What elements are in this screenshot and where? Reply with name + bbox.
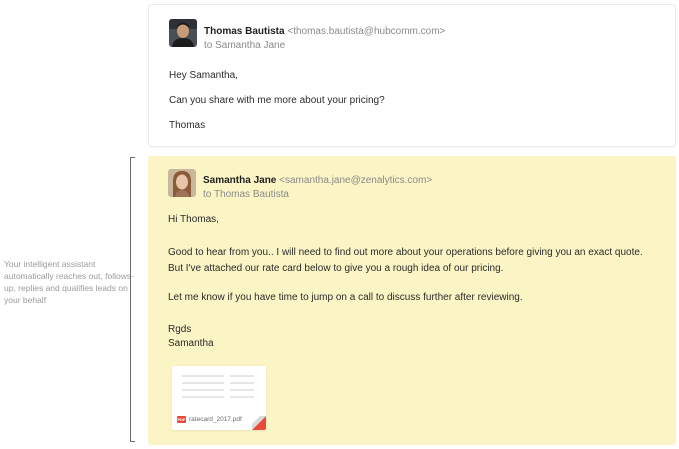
attachment-preview-line <box>230 375 254 377</box>
email-greeting: Hey Samantha, <box>169 70 238 81</box>
bracket-divider <box>130 157 135 442</box>
attachment-file-name: ratecard_2017.pdf <box>189 416 242 423</box>
pdf-attachment[interactable]: PDF ratecard_2017.pdf <box>172 366 266 430</box>
sender-name: Samantha Jane <box>203 175 277 186</box>
assistant-description: Your intelligent assistant automatically… <box>4 259 134 305</box>
attachment-preview-line <box>182 382 224 384</box>
thomas-avatar <box>169 19 197 47</box>
attachment-preview-line <box>182 396 224 398</box>
page-fold-icon <box>252 416 266 430</box>
recipient-line: to Thomas Bautista <box>203 189 289 200</box>
reply-greeting: Hi Thomas, <box>168 214 219 225</box>
attachment-preview-line <box>230 396 254 398</box>
reply-body-line-1: Good to hear from you.. I will need to f… <box>168 247 643 258</box>
sender-line: Samantha Jane <samantha.jane@zenalytics.… <box>203 174 432 187</box>
attachment-preview-line <box>230 389 254 391</box>
reply-body-line-2: But I've attached our rate card below to… <box>168 263 504 274</box>
attachment-preview-line <box>182 375 224 377</box>
sender-email[interactable]: <samantha.jane@zenalytics.com> <box>279 175 432 186</box>
samantha-avatar <box>168 169 196 197</box>
pdf-icon: PDF <box>177 416 186 423</box>
sender-line: Thomas Bautista <thomas.bautista@hubcomm… <box>204 25 445 38</box>
attachment-preview-line <box>230 382 254 384</box>
reply-email-card: Samantha Jane <samantha.jane@zenalytics.… <box>148 156 676 445</box>
email-signature: Thomas <box>169 120 206 131</box>
reply-signature: Samantha <box>168 338 214 349</box>
attachment-preview-line <box>182 389 224 391</box>
reply-closing: Rgds <box>168 324 192 335</box>
recipient-line: to Samantha Jane <box>204 40 286 51</box>
email-body: Can you share with me more about your pr… <box>169 95 385 106</box>
original-email-card: Thomas Bautista <thomas.bautista@hubcomm… <box>148 4 676 147</box>
reply-body-line-3: Let me know if you have time to jump on … <box>168 292 523 303</box>
attachment-file-row: PDF ratecard_2017.pdf <box>177 416 242 423</box>
sender-email[interactable]: <thomas.bautista@hubcomm.com> <box>287 26 445 37</box>
sender-name: Thomas Bautista <box>204 26 285 37</box>
